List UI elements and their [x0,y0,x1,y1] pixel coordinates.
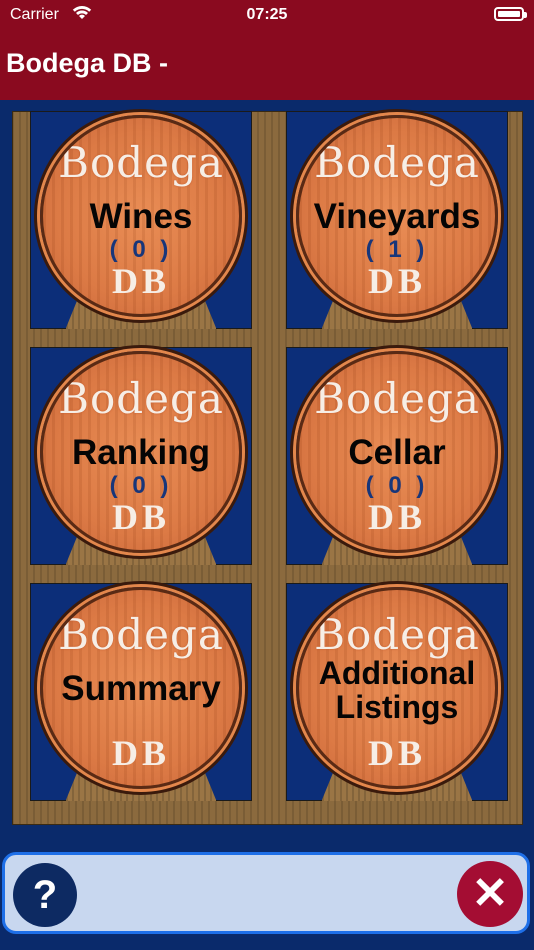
tile-wines[interactable]: Bodega Wines ( 0 ) DB [30,111,252,329]
barrel-image: Bodega Cellar ( 0 ) DB [296,350,498,553]
help-button[interactable]: ? [13,863,77,927]
close-icon: ✕ [471,869,509,918]
bottom-safe-area [0,934,534,950]
barrel-brand-bottom: DB [111,260,170,301]
barrel-image: Bodega Summary DB [40,586,242,789]
barrel-brand-top: Bodega [58,609,224,659]
tile-label: Vineyards [313,196,481,236]
help-icon: ? [32,873,58,917]
tile-summary[interactable]: Bodega Summary DB [30,583,252,801]
tile-label: Summary [61,668,221,708]
navigation-bar: Bodega DB - [0,30,534,100]
barrel-image: Bodega Ranking ( 0 ) DB [40,350,242,553]
barrel-brand-bottom: DB [367,496,426,537]
tile-vineyards[interactable]: Bodega Vineyards ( 1 ) DB [286,111,508,329]
tile-label: Additional Listings [318,654,476,725]
barrel-brand-top: Bodega [314,137,480,187]
tile-label: Cellar [348,432,446,472]
close-button[interactable]: ✕ [457,861,523,927]
wine-rack-grid: Bodega Wines ( 0 ) DB Bodega Vineyards (… [12,111,523,825]
tile-label: Wines [89,196,193,236]
bottom-toolbar: ? ✕ [2,852,530,934]
barrel-brand-top: Bodega [58,137,224,187]
barrel-brand-top: Bodega [314,373,480,423]
tile-additional-listings[interactable]: Bodega Additional Listings DB [286,583,508,801]
barrel-image: Bodega Vineyards ( 1 ) DB [296,114,498,317]
barrel-brand-bottom: DB [111,496,170,537]
barrel-image: Bodega Wines ( 0 ) DB [40,114,242,317]
barrel-brand-bottom: DB [111,732,170,773]
barrel-brand-top: Bodega [58,373,224,423]
tile-cellar[interactable]: Bodega Cellar ( 0 ) DB [286,347,508,565]
barrel-brand-bottom: DB [367,260,426,301]
barrel-brand-top: Bodega [314,609,480,659]
page-title: Bodega DB - [6,48,168,78]
barrel-brand-bottom: DB [367,732,426,773]
barrel-image: Bodega Additional Listings DB [296,586,498,789]
tile-ranking[interactable]: Bodega Ranking ( 0 ) DB [30,347,252,565]
tile-label: Ranking [71,432,211,472]
status-time: 07:25 [246,6,288,23]
battery-icon [494,7,527,21]
status-bar: Carrier 07:25 [0,0,534,30]
